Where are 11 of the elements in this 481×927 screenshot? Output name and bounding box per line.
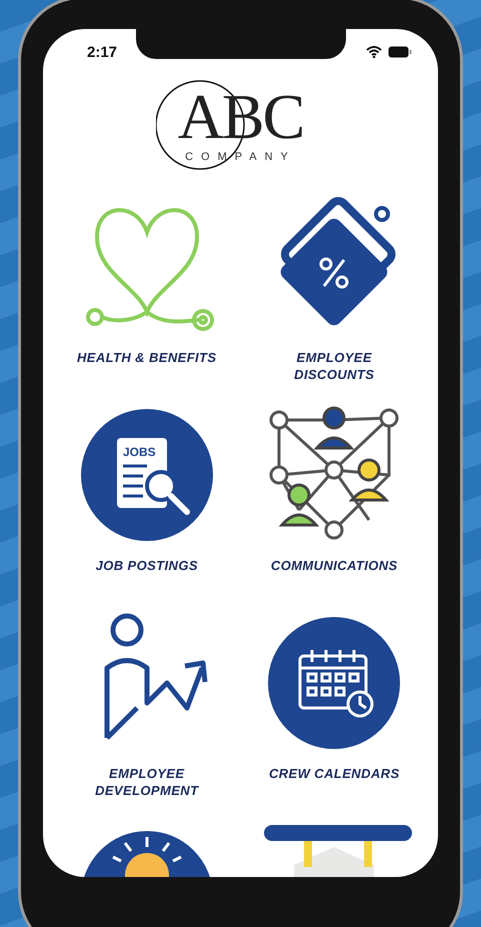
tile-label[interactable]: EMPLOYEE DEVELOPMENT [95,765,198,799]
tile-label[interactable]: EMPLOYEE DISCOUNTS [294,349,374,383]
tile-label[interactable]: CREW CALENDARS [268,765,400,782]
wifi-icon [366,46,382,58]
battery-icon [388,46,412,58]
tile-label[interactable]: JOB POSTINGS [96,557,198,574]
magnifier-icon [144,470,190,515]
tile-label[interactable]: COMMUNICATIONS [270,557,398,574]
status-time: 2:17 [87,44,118,60]
jobs-text: JOBS [122,445,156,459]
tile-label[interactable]: HEALTH & BENEFITS [77,349,216,366]
